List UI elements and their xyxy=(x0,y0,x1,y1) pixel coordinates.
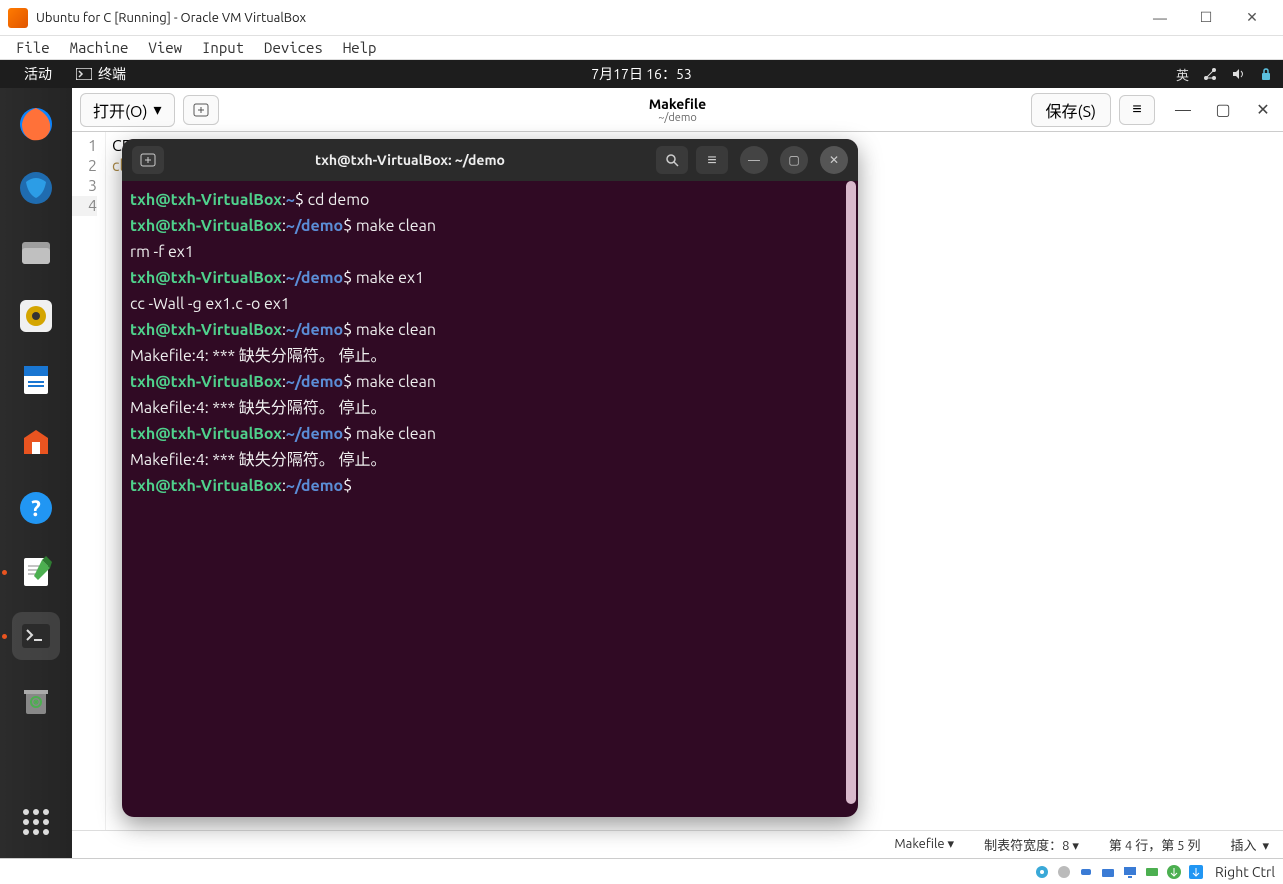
ubuntu-dock: ? xyxy=(0,88,72,858)
terminal-close-button[interactable]: ✕ xyxy=(820,146,848,174)
app-indicator-label: 终端 xyxy=(98,64,126,84)
terminal-icon xyxy=(76,68,92,80)
files-icon[interactable] xyxy=(12,228,60,276)
terminal-line: rm -f ex1 xyxy=(130,239,850,265)
camera-icon[interactable] xyxy=(1187,863,1205,881)
terminal-line: txh@txh-VirtualBox:~/demo$ make clean xyxy=(130,369,850,395)
gedit-file-title: Makefile xyxy=(649,96,706,112)
help-icon[interactable]: ? xyxy=(12,484,60,532)
show-apps-icon[interactable] xyxy=(12,798,60,846)
terminal-title: txh@txh-VirtualBox: ~/demo xyxy=(172,152,648,168)
status-insert-mode[interactable]: 插入 ▾ xyxy=(1231,835,1270,854)
gedit-file-path: ~/demo xyxy=(649,112,706,124)
new-tab-button[interactable] xyxy=(183,95,219,125)
terminal-headerbar: txh@txh-VirtualBox: ~/demo ≡ — ▢ ✕ xyxy=(122,139,858,181)
gedit-headerbar: 打开(O) ▾ Makefile ~/demo 保存(S) ≡ — ▢ ✕ xyxy=(72,88,1283,132)
text-editor-icon[interactable] xyxy=(12,548,60,596)
display-icon[interactable] xyxy=(1121,863,1139,881)
terminal-body[interactable]: txh@txh-VirtualBox:~$ cd demotxh@txh-Vir… xyxy=(122,181,858,817)
terminal-scrollbar[interactable] xyxy=(846,181,856,804)
vbox-titlebar: Ubuntu for C [Running] - Oracle VM Virtu… xyxy=(0,0,1283,36)
terminal-line: txh@txh-VirtualBox:~/demo$ make clean xyxy=(130,213,850,239)
menu-help[interactable]: Help xyxy=(333,37,387,58)
menu-file[interactable]: File xyxy=(6,37,60,58)
open-button[interactable]: 打开(O) ▾ xyxy=(80,93,175,127)
gedit-title-area: Makefile ~/demo xyxy=(649,96,706,124)
shared-folder-icon[interactable] xyxy=(1099,863,1117,881)
status-cursor-pos: 第 4 行，第 5 列 xyxy=(1109,835,1201,854)
gedit-minimize-button[interactable]: — xyxy=(1171,98,1195,122)
libreoffice-writer-icon[interactable] xyxy=(12,356,60,404)
vbox-window-title: Ubuntu for C [Running] - Oracle VM Virtu… xyxy=(36,11,1137,25)
usb-icon[interactable] xyxy=(1077,863,1095,881)
minimize-button[interactable]: — xyxy=(1137,0,1183,36)
search-icon xyxy=(665,153,679,167)
close-button[interactable]: ✕ xyxy=(1229,0,1275,36)
lock-icon[interactable] xyxy=(1259,66,1273,82)
harddisk-icon[interactable] xyxy=(1033,863,1051,881)
open-button-label: 打开(O) xyxy=(93,98,148,122)
status-language[interactable]: Makefile ▾ xyxy=(894,837,954,852)
terminal-line: Makefile:4: *** 缺失分隔符。 停止。 xyxy=(130,395,850,421)
save-button-label: 保存(S) xyxy=(1046,103,1096,121)
terminal-search-button[interactable] xyxy=(656,146,688,174)
status-tabwidth[interactable]: 制表符宽度：8 ▾ xyxy=(984,835,1079,854)
gedit-maximize-button[interactable]: ▢ xyxy=(1211,98,1235,122)
terminal-line: cc -Wall -g ex1.c -o ex1 xyxy=(130,291,850,317)
terminal-line: txh@txh-VirtualBox:~/demo$ make ex1 xyxy=(130,265,850,291)
terminal-line: txh@txh-VirtualBox:~$ cd demo xyxy=(130,187,850,213)
optical-icon[interactable] xyxy=(1055,863,1073,881)
terminal-maximize-button[interactable]: ▢ xyxy=(780,146,808,174)
terminal-app-icon[interactable] xyxy=(12,612,60,660)
firefox-icon[interactable] xyxy=(12,100,60,148)
vbox-menubar: File Machine View Input Devices Help xyxy=(0,36,1283,60)
new-tab-icon xyxy=(193,103,209,117)
menu-machine[interactable]: Machine xyxy=(60,37,139,58)
rhythmbox-icon[interactable] xyxy=(12,292,60,340)
vbox-logo-icon xyxy=(8,8,28,28)
new-tab-icon xyxy=(140,153,156,167)
thunderbird-icon[interactable] xyxy=(12,164,60,212)
hamburger-icon: ≡ xyxy=(707,151,716,170)
host-key-indicator: Right Ctrl xyxy=(1215,864,1275,880)
terminal-menu-button[interactable]: ≡ xyxy=(696,146,728,174)
app-indicator[interactable]: 终端 xyxy=(66,64,136,84)
ubuntu-topbar: 活动 终端 7月17日 16：53 英 xyxy=(0,60,1283,88)
hamburger-menu-button[interactable]: ≡ xyxy=(1119,95,1155,125)
terminal-line: Makefile:4: *** 缺失分隔符。 停止。 xyxy=(130,343,850,369)
recording-arrow-icon[interactable] xyxy=(1165,863,1183,881)
menu-view[interactable]: View xyxy=(138,37,192,58)
vbox-statusbar: Right Ctrl xyxy=(0,858,1283,884)
maximize-button[interactable]: ☐ xyxy=(1183,0,1229,36)
svg-text:?: ? xyxy=(31,496,41,521)
network-icon[interactable] xyxy=(1203,67,1217,81)
save-button[interactable]: 保存(S) xyxy=(1031,93,1111,127)
terminal-line: txh@txh-VirtualBox:~/demo$ xyxy=(130,473,850,499)
system-tray: 英 xyxy=(1176,65,1273,84)
chevron-down-icon: ▾ xyxy=(154,100,162,119)
terminal-new-tab-button[interactable] xyxy=(132,146,164,174)
terminal-window: txh@txh-VirtualBox: ~/demo ≡ — ▢ ✕ txh@t… xyxy=(122,139,858,817)
datetime-label[interactable]: 7月17日 16：53 xyxy=(591,64,691,84)
menu-input[interactable]: Input xyxy=(192,37,254,58)
hamburger-icon: ≡ xyxy=(1132,100,1141,119)
line-gutter: 1234 xyxy=(72,132,106,830)
terminal-line: Makefile:4: *** 缺失分隔符。 停止。 xyxy=(130,447,850,473)
ime-indicator[interactable]: 英 xyxy=(1176,65,1189,84)
gedit-close-button[interactable]: ✕ xyxy=(1251,98,1275,122)
recording-icon[interactable] xyxy=(1143,863,1161,881)
terminal-minimize-button[interactable]: — xyxy=(740,146,768,174)
ubuntu-software-icon[interactable] xyxy=(12,420,60,468)
trash-icon[interactable] xyxy=(12,676,60,724)
terminal-line: txh@txh-VirtualBox:~/demo$ make clean xyxy=(130,317,850,343)
menu-devices[interactable]: Devices xyxy=(254,37,333,58)
gedit-statusbar: Makefile ▾ 制表符宽度：8 ▾ 第 4 行，第 5 列 插入 ▾ xyxy=(72,830,1283,858)
activities-button[interactable]: 活动 xyxy=(10,64,66,84)
terminal-line: txh@txh-VirtualBox:~/demo$ make clean xyxy=(130,421,850,447)
volume-icon[interactable] xyxy=(1231,67,1245,81)
